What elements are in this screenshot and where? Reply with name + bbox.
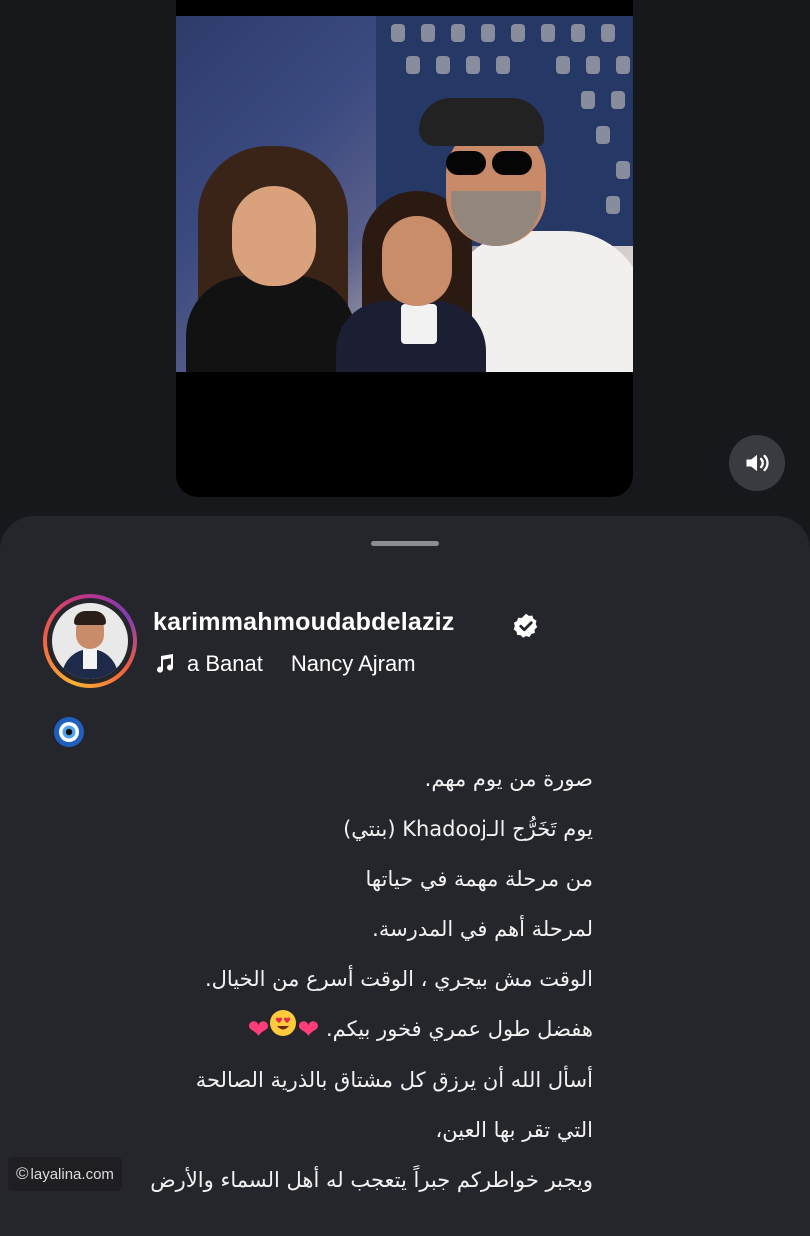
caption-line: التي تقر بها العين،: [435, 1118, 593, 1142]
caption-line: الوقت مش بيجري ، الوقت أسرع من الخيال.: [204, 967, 593, 991]
story-media-card[interactable]: [176, 0, 633, 497]
music-note-icon: [157, 654, 174, 673]
avatar-story-ring[interactable]: [43, 594, 137, 688]
artist-name: Nancy Ajram: [290, 651, 416, 676]
story-viewer: [0, 0, 810, 530]
watermark-text: layalina.com: [30, 1165, 114, 1183]
sound-toggle-button[interactable]: [729, 435, 785, 491]
story-photo: [176, 16, 633, 372]
avatar: [52, 603, 128, 679]
speaker-icon: [746, 454, 769, 472]
username[interactable]: karimmahmoudabdelaziz: [153, 608, 455, 637]
caption-line-with-emojis: هفضل طول عمري فخور بيكم. ❤ ❤: [33, 1004, 593, 1055]
caption-line: هفضل طول عمري فخور بيكم.: [325, 1017, 593, 1041]
heart-eyes-emoji: [269, 1005, 297, 1055]
evil-eye-emoji: [54, 717, 84, 747]
caption-line: لمرحلة أهم في المدرسة.: [372, 917, 593, 941]
verified-badge-icon: [513, 613, 538, 638]
heart-emoji: ❤: [297, 1015, 320, 1045]
copyright-symbol: ©: [16, 1164, 29, 1183]
caption-line: من مرحلة مهمة في حياتها: [365, 867, 593, 891]
song-title: a Banat: [187, 651, 263, 676]
caption-line: أسأل الله أن يرزق كل مشتاق بالذرية الصال…: [195, 1068, 593, 1092]
caption-line: يوم تَخَرُّج الـKhadooj (بنتي): [343, 817, 593, 841]
music-attribution[interactable]: a Banat Nancy Ajram: [153, 650, 416, 678]
caption-line: صورة من يوم مهم.: [424, 767, 593, 791]
post-details-sheet: karimmahmoudabdelaziz a Banat Nancy Ajra…: [0, 516, 810, 1236]
drag-handle[interactable]: [371, 541, 439, 546]
heart-emoji: ❤: [247, 1015, 270, 1045]
site-watermark: © layalina.com: [8, 1157, 122, 1191]
post-caption: صورة من يوم مهم. يوم تَخَرُّج الـKhadooj…: [33, 754, 593, 1205]
